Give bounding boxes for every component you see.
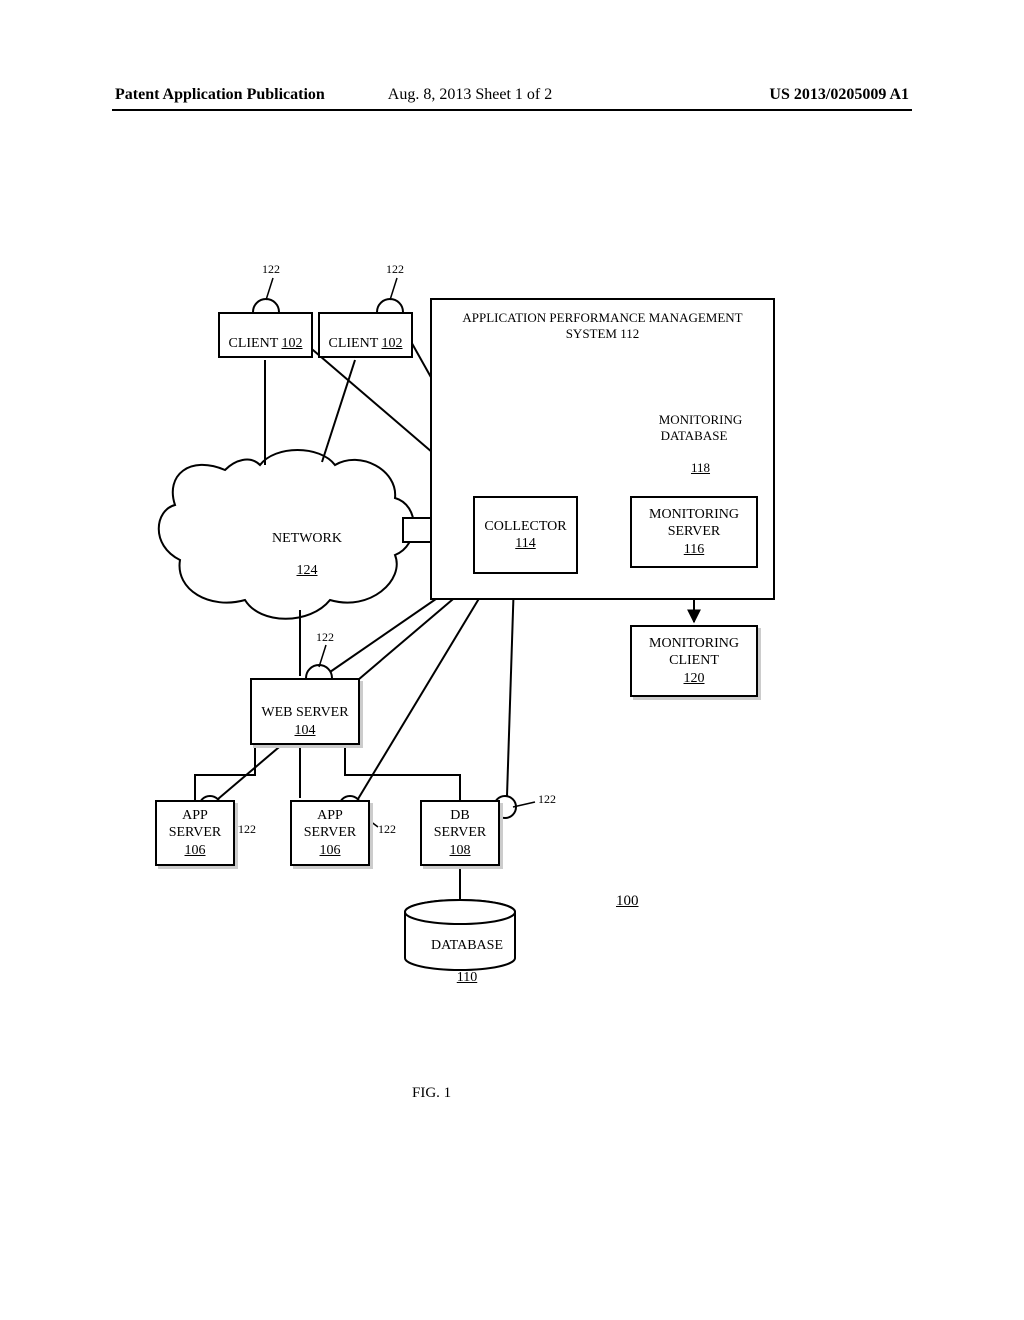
client2-number: 102 [382,336,403,351]
monserver-number: 116 [684,542,704,557]
monserver-box: MONITORING SERVER 116 [630,496,758,568]
network-label: NETWORK 124 [255,515,345,595]
ref-122: 122 [538,792,556,807]
collector-box: COLLECTOR 114 [473,496,578,574]
collector-name: COLLECTOR [484,519,566,534]
ref-122: 122 [316,630,334,645]
dbserver-box: DB SERVER 108 [420,800,500,866]
client2-name: CLIENT [328,336,378,351]
collector-number: 114 [515,536,535,551]
webserver-name: WEB SERVER [261,705,348,720]
database-number: 110 [457,970,477,985]
system-number: 100 [616,893,639,910]
mondb-label: MONITORING DATABASE 118 [638,396,750,492]
appserver1-number: 106 [185,843,206,858]
monserver-name: MONITORING SERVER [649,506,739,541]
apm-number: 112 [620,326,639,341]
webserver-box: WEB SERVER 104 [250,678,360,745]
ref-122: 122 [238,822,256,837]
client2-box: CLIENT 102 [318,312,413,358]
ref-122: 122 [386,262,404,277]
appserver1-name: APP SERVER [169,807,222,842]
client1-name: CLIENT [228,336,278,351]
diagram-lines [0,0,1024,1320]
monclient-number: 120 [684,671,705,686]
dbserver-number: 108 [450,843,471,858]
dbserver-name: DB SERVER [434,807,487,842]
appserver2-box: APP SERVER 106 [290,800,370,866]
monclient-box: MONITORING CLIENT 120 [630,625,758,697]
client1-number: 102 [282,336,303,351]
monclient-name: MONITORING CLIENT [649,635,739,670]
ref-122: 122 [378,822,396,837]
network-number: 124 [297,563,318,578]
appserver2-name: APP SERVER [304,807,357,842]
client1-box: CLIENT 102 [218,312,313,358]
appserver2-number: 106 [320,843,341,858]
ref-122: 122 [262,262,280,277]
network-name: NETWORK [272,531,342,546]
mondb-name: MONITORING DATABASE [659,412,743,443]
webserver-number: 104 [295,723,316,738]
database-name: DATABASE [431,938,503,953]
appserver1-box: APP SERVER 106 [155,800,235,866]
apm-name: APPLICATION PERFORMANCE MANAGEMENT SYSTE… [462,310,742,341]
database-label: DATABASE 110 [415,922,505,1002]
mondb-number: 118 [691,460,710,475]
figure-label: FIG. 1 [412,1085,451,1102]
